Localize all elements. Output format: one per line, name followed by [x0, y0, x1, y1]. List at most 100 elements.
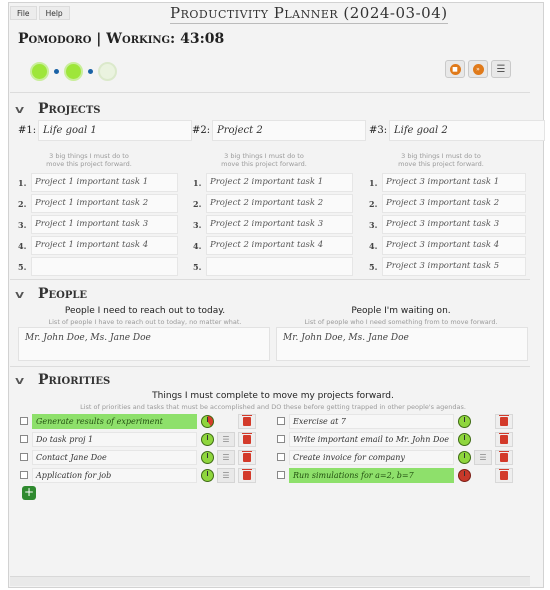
timer-icon[interactable]: [458, 414, 471, 428]
timer-icon[interactable]: [201, 432, 214, 446]
list-button[interactable]: [474, 432, 492, 447]
project-goal-input[interactable]: Project 2: [212, 120, 366, 141]
priority-checkbox[interactable]: [277, 417, 285, 425]
people-header[interactable]: v People: [15, 286, 87, 302]
task-input[interactable]: Project 2 important task 4: [206, 236, 353, 255]
task-input[interactable]: Project 2 important task 1: [206, 173, 353, 192]
menubar: File Help: [10, 6, 70, 20]
projects-title: Projects: [38, 101, 101, 117]
project-goal-input[interactable]: Life goal 1: [38, 120, 192, 141]
priority-input[interactable]: Create invoice for company: [289, 449, 454, 465]
task-input[interactable]: Project 1 important task 4: [31, 236, 178, 255]
trash-icon: [499, 432, 509, 444]
task-row: 2. Project 1 important task 2: [18, 193, 178, 214]
reach-out-input[interactable]: Mr. John Doe, Ms. Jane Doe: [18, 327, 270, 361]
project-hint: 3 big things I must do to move this proj…: [398, 152, 484, 168]
task-input[interactable]: [31, 257, 178, 276]
list-button[interactable]: ☰: [217, 431, 235, 447]
timer-icon[interactable]: [458, 468, 471, 482]
timer-icon[interactable]: [458, 450, 471, 464]
menu-file[interactable]: File: [10, 6, 37, 20]
list-button[interactable]: [217, 414, 235, 429]
task-input[interactable]: Project 2 important task 3: [206, 215, 353, 234]
priority-input[interactable]: Application for job: [32, 467, 197, 483]
list-button[interactable]: ☰: [474, 449, 492, 465]
task-number: 1.: [18, 177, 27, 188]
delete-button[interactable]: [495, 449, 513, 465]
list-button[interactable]: ☰: [217, 467, 235, 483]
priority-checkbox[interactable]: [20, 417, 28, 425]
priority-checkbox[interactable]: [277, 435, 285, 443]
priorities-title: Priorities: [38, 372, 111, 388]
delete-button[interactable]: [495, 431, 513, 447]
priorities-subtitle: Things I must complete to move my projec…: [152, 391, 394, 401]
waiting-hint: List of people who I need something from…: [304, 318, 498, 326]
delete-button[interactable]: [238, 449, 256, 465]
trash-icon: [499, 450, 509, 462]
priority-checkbox[interactable]: [20, 435, 28, 443]
priority-input[interactable]: Contact Jane Doe: [32, 449, 197, 465]
task-input[interactable]: Project 3 important task 4: [382, 236, 526, 255]
project-2-goal: #2: Project 2: [192, 120, 366, 141]
delete-button[interactable]: [238, 431, 256, 447]
task-number: 3.: [18, 219, 27, 230]
priorities-header[interactable]: v Priorities: [15, 372, 111, 388]
task-row: 3. Project 3 important task 3: [369, 214, 526, 235]
priority-input[interactable]: Write important email to Mr. John Doe: [289, 431, 454, 447]
app-title: Productivity Planner (2024-03-04): [170, 4, 448, 24]
delete-button[interactable]: [238, 413, 256, 429]
task-input[interactable]: Project 3 important task 3: [382, 215, 526, 234]
task-input[interactable]: [206, 257, 353, 276]
priority-input[interactable]: Run simulations for a=2, b=7: [289, 467, 454, 483]
project-hint: 3 big things I must do to move this proj…: [46, 152, 132, 168]
task-input[interactable]: Project 3 important task 1: [382, 173, 526, 192]
task-row: 4. Project 3 important task 4: [369, 235, 526, 256]
delete-button[interactable]: [238, 467, 256, 483]
waiting-input[interactable]: Mr. John Doe, Ms. Jane Doe: [276, 327, 528, 361]
project-label: #2:: [192, 125, 211, 136]
delete-button[interactable]: [495, 467, 513, 483]
task-input[interactable]: Project 1 important task 1: [31, 173, 178, 192]
delete-button[interactable]: [495, 413, 513, 429]
trash-icon: [499, 468, 509, 480]
task-number: 1.: [193, 177, 202, 188]
priority-input[interactable]: Do task proj 1: [32, 431, 197, 447]
timer-icon[interactable]: [458, 432, 471, 446]
task-number: 5.: [369, 261, 378, 272]
priority-row: Application for job ☰: [20, 466, 256, 484]
priority-checkbox[interactable]: [20, 453, 28, 461]
task-input[interactable]: Project 3 important task 5: [382, 257, 526, 276]
projects-header[interactable]: v Projects: [15, 101, 101, 117]
list-button[interactable]: [474, 468, 492, 483]
priority-checkbox[interactable]: [20, 471, 28, 479]
project-goal-input[interactable]: Life goal 2: [389, 120, 545, 141]
plus-icon: +: [23, 485, 35, 499]
priority-input[interactable]: Generate results of experiment: [32, 413, 197, 429]
list-button[interactable]: ☰: [217, 449, 235, 465]
chevron-down-icon: v: [15, 287, 24, 301]
task-input[interactable]: Project 3 important task 2: [382, 194, 526, 213]
task-number: 2.: [193, 198, 202, 209]
priority-input[interactable]: Exercise at 7: [289, 413, 454, 429]
task-input[interactable]: Project 1 important task 2: [31, 194, 178, 213]
timer-icon[interactable]: [201, 450, 214, 464]
session-done-indicator: [64, 62, 83, 81]
task-input[interactable]: Project 2 important task 2: [206, 194, 353, 213]
add-priority-button[interactable]: +: [22, 486, 36, 500]
stop-button[interactable]: ■: [445, 60, 465, 78]
skip-button[interactable]: »: [468, 60, 488, 78]
priority-checkbox[interactable]: [277, 471, 285, 479]
project-label: #1:: [18, 125, 37, 136]
chevron-down-icon: v: [15, 373, 24, 387]
list-button[interactable]: [474, 414, 492, 429]
settings-button[interactable]: ☰: [491, 60, 511, 78]
menu-help[interactable]: Help: [38, 6, 70, 20]
timer-icon[interactable]: [201, 468, 214, 482]
reach-out-hint: List of people I have to reach out to to…: [48, 318, 242, 326]
timer-icon[interactable]: [201, 414, 214, 428]
project-label: #3:: [369, 125, 388, 136]
priority-checkbox[interactable]: [277, 453, 285, 461]
reach-out-title: People I need to reach out to today.: [64, 306, 226, 316]
task-input[interactable]: Project 1 important task 3: [31, 215, 178, 234]
task-row: 5.: [18, 256, 178, 277]
